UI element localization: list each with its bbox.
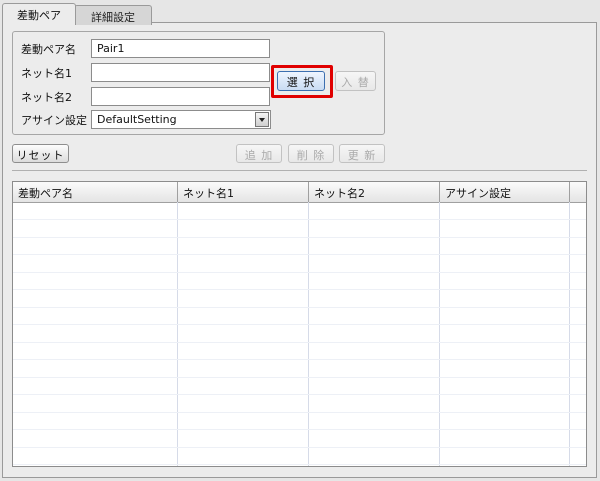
reset-button[interactable]: リセット xyxy=(12,144,69,163)
table-row-line xyxy=(13,429,586,430)
table-row-line xyxy=(13,306,586,308)
update-button[interactable]: 更 新 xyxy=(339,144,385,163)
table-row-line xyxy=(13,219,586,220)
net2-label: ネット名2 xyxy=(21,91,72,104)
assign-select-value: DefaultSetting xyxy=(97,113,177,126)
delete-button[interactable]: 削 除 xyxy=(288,144,334,163)
chevron-down-icon[interactable] xyxy=(255,112,269,127)
table-row-line xyxy=(13,341,586,343)
pair-table[interactable]: 差動ペア名 ネット名1 ネット名2 アサイン設定 xyxy=(12,181,587,467)
net2-field[interactable] xyxy=(91,87,270,106)
column-divider xyxy=(177,202,178,466)
table-row-line xyxy=(13,411,586,413)
assign-select[interactable]: DefaultSetting xyxy=(91,110,271,129)
net1-label: ネット名1 xyxy=(21,67,72,80)
pair-name-label: 差動ペア名 xyxy=(21,43,76,56)
table-row-line xyxy=(13,446,586,448)
column-header-pair-name[interactable]: 差動ペア名 xyxy=(13,182,178,202)
table-row-line xyxy=(13,271,586,273)
table-row-line xyxy=(13,464,586,465)
table-row-line xyxy=(13,394,586,395)
table-row-line xyxy=(13,359,586,360)
column-divider xyxy=(439,202,440,466)
highlight-box xyxy=(271,65,333,98)
column-header-filler xyxy=(570,182,586,202)
column-divider xyxy=(308,202,309,466)
column-header-net1[interactable]: ネット名1 xyxy=(178,182,309,202)
table-row-line xyxy=(13,254,586,255)
tab-advanced-settings[interactable]: 詳細設定 xyxy=(74,5,152,25)
swap-button[interactable]: 入 替 xyxy=(335,71,376,91)
divider xyxy=(12,170,587,171)
table-header: 差動ペア名 ネット名1 ネット名2 アサイン設定 xyxy=(13,182,586,203)
net1-field[interactable] xyxy=(91,63,270,82)
tab-differential-pair[interactable]: 差動ペア xyxy=(2,3,76,25)
table-row-line xyxy=(13,236,586,238)
column-divider xyxy=(569,202,570,466)
column-header-assign[interactable]: アサイン設定 xyxy=(440,182,570,202)
assign-label: アサイン設定 xyxy=(21,114,87,127)
table-row-line xyxy=(13,376,586,378)
table-row-line xyxy=(13,289,586,290)
add-button[interactable]: 追 加 xyxy=(236,144,282,163)
table-row-line xyxy=(13,324,586,325)
pair-name-field[interactable]: Pair1 xyxy=(91,39,270,58)
column-header-net2[interactable]: ネット名2 xyxy=(309,182,440,202)
